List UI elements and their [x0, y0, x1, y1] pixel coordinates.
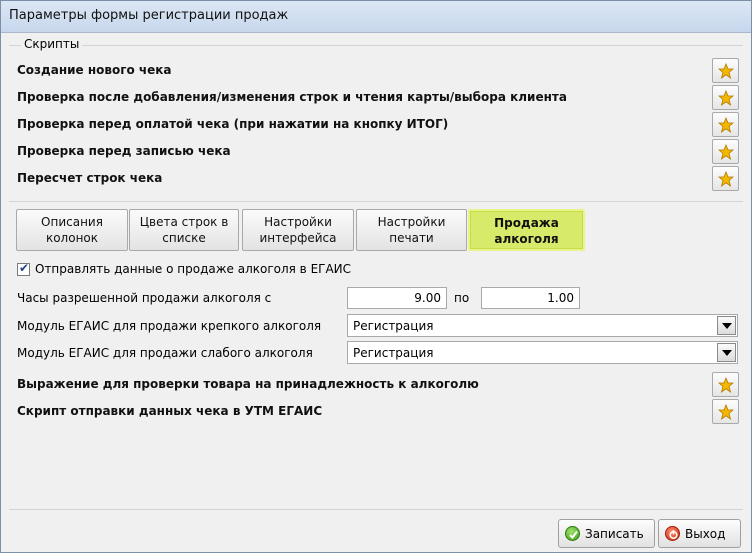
power-icon — [665, 526, 680, 541]
weak-module-label: Модуль ЕГАИС для продажи слабого алкогол… — [17, 346, 313, 360]
exit-button[interactable]: Выход — [658, 519, 741, 548]
edit-script-button[interactable] — [712, 112, 739, 137]
tab-row-colors[interactable]: Цвета строк в списке — [129, 209, 239, 251]
tab-label-line1: Цвета строк в — [139, 215, 229, 229]
save-button[interactable]: Записать — [558, 519, 655, 548]
tab-print-settings[interactable]: Настройки печати — [356, 209, 467, 251]
tab-label-line2: колонок — [45, 231, 99, 245]
tab-column-descriptions[interactable]: Описания колонок — [16, 209, 128, 251]
script-row-new-receipt: Создание нового чека — [17, 58, 741, 85]
dropdown-button[interactable] — [717, 343, 736, 362]
strong-module-select[interactable]: Регистрация — [347, 314, 738, 337]
script-row-before-payment: Проверка перед оплатой чека (при нажатии… — [17, 112, 741, 139]
check-circle-icon — [565, 526, 580, 541]
script-row-recalc: Пересчет строк чека — [17, 166, 741, 193]
tab-label-line1: Описания — [41, 215, 103, 229]
scripts-section-legend: Скрипты — [21, 37, 83, 51]
window-title: Параметры формы регистрации продаж — [9, 8, 289, 23]
tab-label-line1: Настройки — [264, 215, 332, 229]
edit-script-button[interactable] — [712, 85, 739, 110]
script-label: Проверка после добавления/изменения стро… — [17, 90, 567, 104]
weak-module-select[interactable]: Регистрация — [347, 341, 738, 364]
script-row-utm-send: Скрипт отправки данных чека в УТМ ЕГАИС — [17, 399, 741, 426]
chevron-down-icon — [722, 323, 732, 329]
tab-label-line2: списке — [162, 231, 206, 245]
tab-label-line1: Продажа — [494, 216, 559, 230]
strong-module-label: Модуль ЕГАИС для продажи крепкого алкого… — [17, 319, 322, 333]
tab-interface-settings[interactable]: Настройки интерфейса — [242, 209, 354, 251]
footer-divider — [9, 509, 743, 510]
checkmark-icon: ✔ — [19, 261, 30, 275]
edit-script-button[interactable] — [712, 166, 739, 191]
tab-label-line2: интерфейса — [259, 231, 337, 245]
tab-label-line1: Настройки — [377, 215, 446, 229]
script-label: Пересчет строк чека — [17, 171, 163, 185]
tab-alcohol-sales[interactable]: Продажа алкоголя — [468, 209, 585, 251]
title-bar: Параметры формы регистрации продаж — [1, 1, 751, 33]
edit-script-button[interactable] — [712, 399, 739, 424]
dialog-window: Параметры формы регистрации продаж Скрип… — [0, 0, 752, 553]
sale-hours-from-input[interactable]: 9.00 — [347, 287, 447, 309]
script-row-after-change: Проверка после добавления/изменения стро… — [17, 85, 741, 112]
star-icon — [718, 144, 734, 160]
strong-module-value: Регистрация — [353, 319, 434, 333]
scripts-section-divider — [9, 45, 743, 46]
chevron-down-icon — [722, 350, 732, 356]
save-button-label: Записать — [585, 527, 644, 541]
star-icon — [718, 377, 734, 393]
star-icon — [718, 63, 734, 79]
tab-label-line2: печати — [389, 231, 434, 245]
script-row-before-save: Проверка перед записью чека — [17, 139, 741, 166]
script-row-alcohol-check: Выражение для проверки товара на принадл… — [17, 372, 741, 399]
script-label: Создание нового чека — [17, 63, 172, 77]
script-label: Проверка перед оплатой чека (при нажатии… — [17, 117, 449, 131]
edit-script-button[interactable] — [712, 372, 739, 397]
send-egais-checkbox[interactable]: ✔ — [17, 261, 30, 276]
star-icon — [718, 90, 734, 106]
edit-script-button[interactable] — [712, 58, 739, 83]
sale-hours-to-input[interactable]: 1.00 — [481, 287, 580, 309]
star-icon — [718, 404, 734, 420]
star-icon — [718, 171, 734, 187]
weak-module-value: Регистрация — [353, 346, 434, 360]
sale-hours-label: Часы разрешенной продажи алкоголя с — [17, 291, 272, 305]
send-egais-label: Отправлять данные о продаже алкоголя в Е… — [35, 262, 352, 276]
star-icon — [718, 117, 734, 133]
dropdown-button[interactable] — [717, 316, 736, 335]
edit-script-button[interactable] — [712, 139, 739, 164]
script-label: Выражение для проверки товара на принадл… — [17, 377, 479, 391]
tab-label-line2: алкоголя — [494, 232, 559, 246]
exit-button-label: Выход — [685, 527, 726, 541]
sale-hours-to-label: по — [454, 291, 470, 305]
script-label: Скрипт отправки данных чека в УТМ ЕГАИС — [17, 404, 323, 418]
script-label: Проверка перед записью чека — [17, 144, 231, 158]
